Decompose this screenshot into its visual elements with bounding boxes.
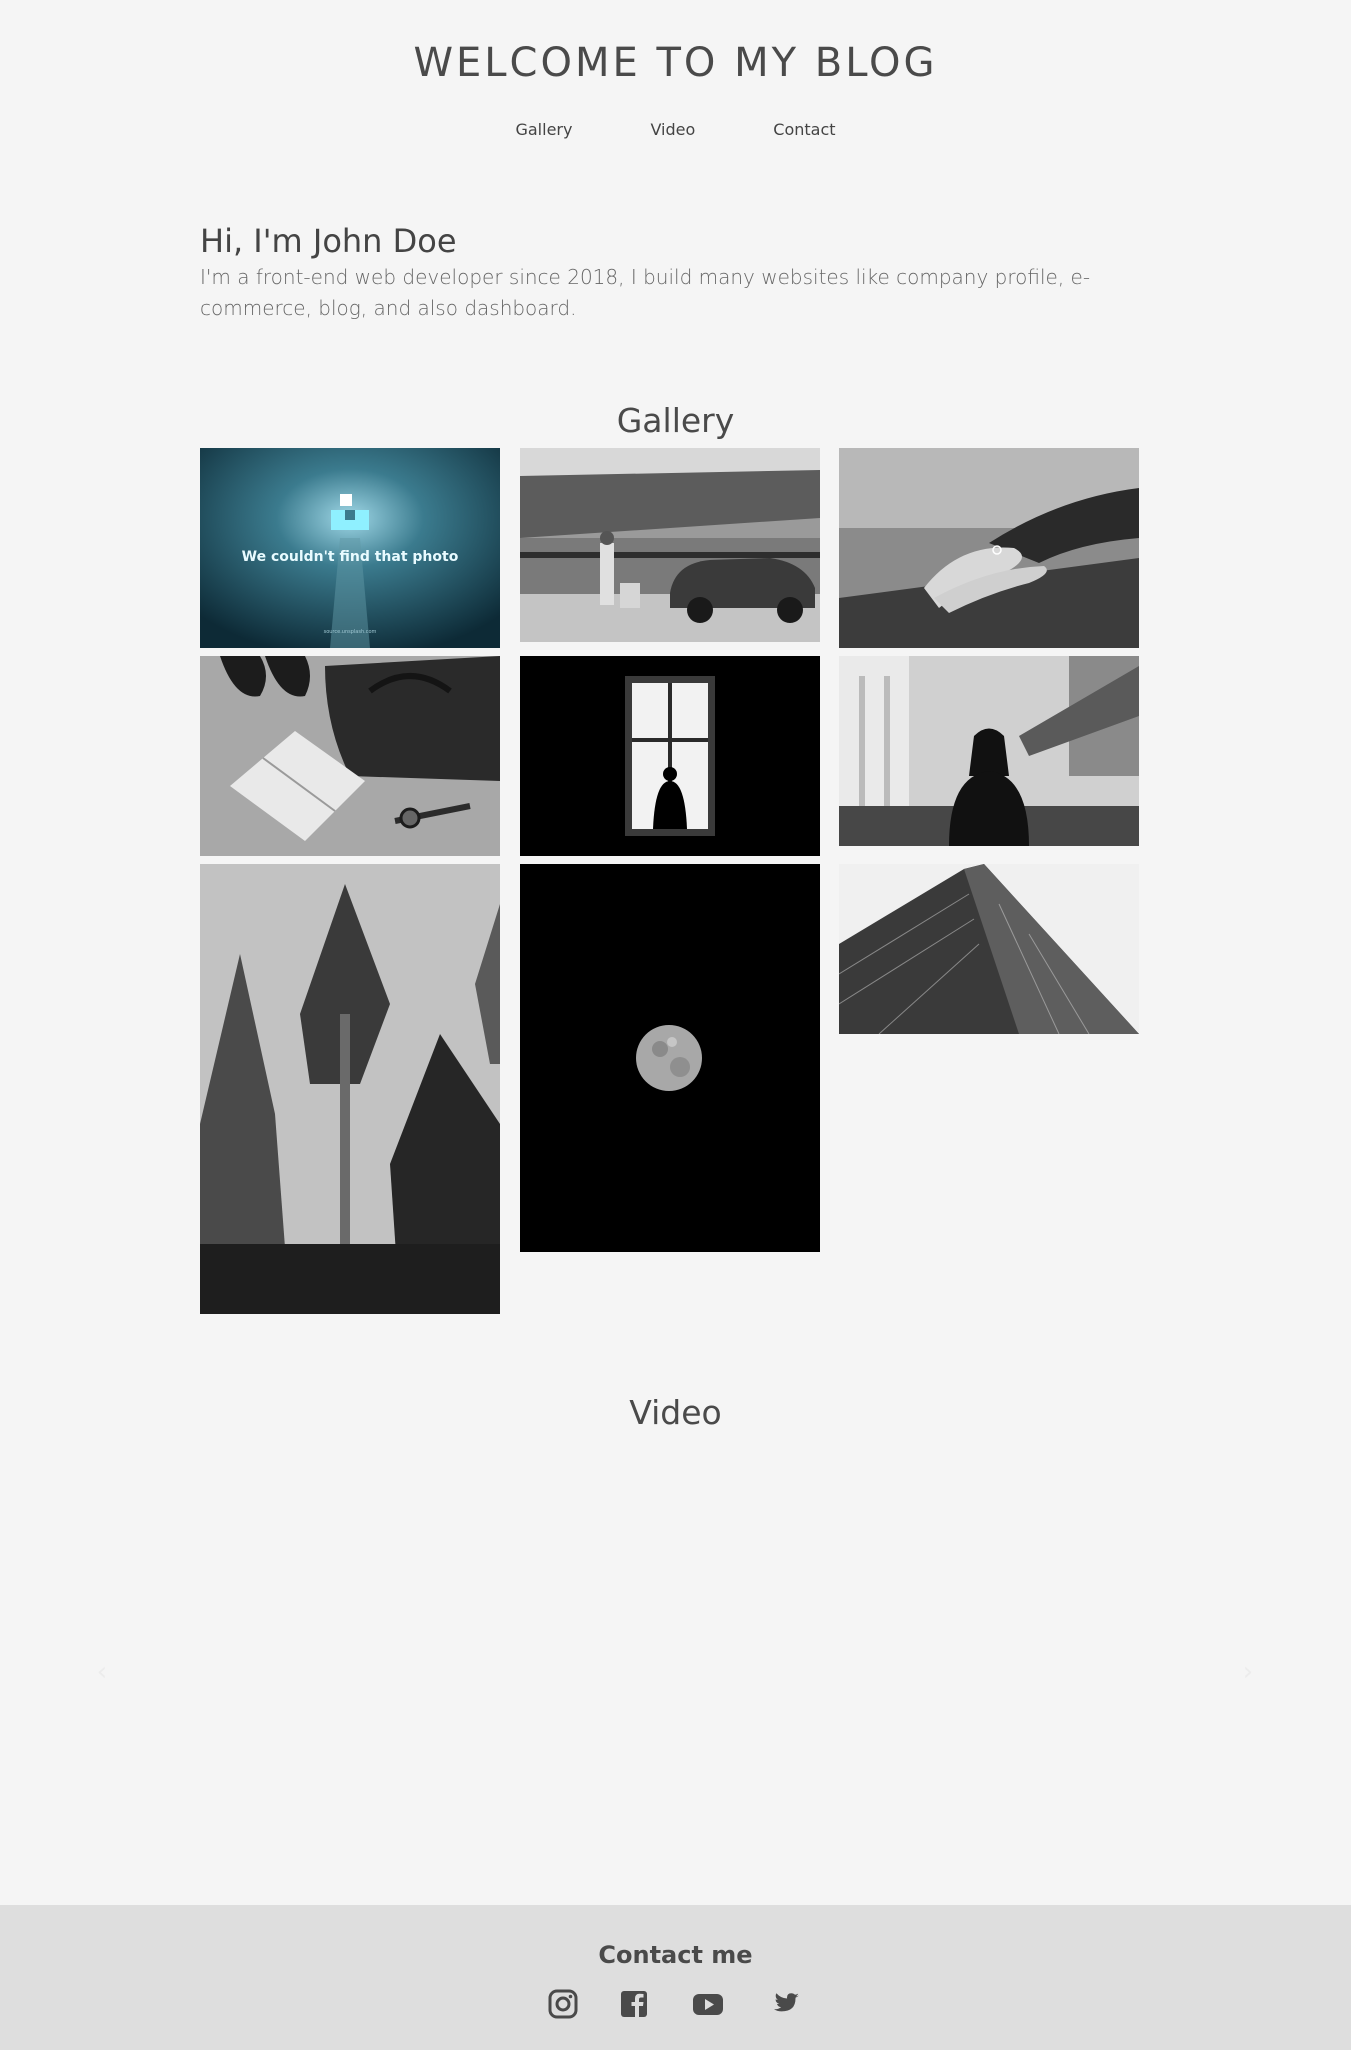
nav-link-video[interactable]: Video <box>650 119 695 141</box>
twitter-icon[interactable] <box>769 1988 801 2020</box>
holding-hands-image <box>839 448 1139 648</box>
missing-photo-image: We couldn't find that photo source.unspl… <box>200 448 500 648</box>
gallery-photo-notebook-bag[interactable] <box>200 656 500 856</box>
window-silhouette-image <box>520 656 820 856</box>
woman-in-hall-image <box>839 656 1139 846</box>
gallery-photo-full-moon[interactable] <box>520 864 820 1252</box>
carousel-next-button[interactable]: › <box>1236 1659 1260 1685</box>
vintage-car-image <box>520 448 820 642</box>
missing-photo-text: We couldn't find that photo <box>242 549 459 565</box>
gallery-photo-vintage-car[interactable] <box>520 448 820 642</box>
gallery-photo-pine-forest[interactable] <box>200 864 500 1314</box>
footer-title: Contact me <box>598 1941 753 1969</box>
youtube-icon[interactable] <box>692 1988 724 2020</box>
intro-text: I'm a front-end web developer since 2018… <box>200 265 1091 320</box>
notebook-bag-image <box>200 656 500 856</box>
missing-photo-footer: source.unsplash.com <box>324 629 377 635</box>
intro-heading: Hi, I'm John Doe <box>200 222 457 260</box>
gallery-photo-woman-in-hall[interactable] <box>839 656 1139 846</box>
gallery-title: Gallery <box>616 401 735 440</box>
gallery-photo-holding-hands[interactable] <box>839 448 1139 648</box>
full-moon-image <box>520 864 820 1252</box>
footer <box>0 1905 1351 2050</box>
main-nav: Gallery Video Contact <box>0 119 1351 141</box>
nav-link-gallery[interactable]: Gallery <box>515 119 572 141</box>
nav-link-contact[interactable]: Contact <box>773 119 835 141</box>
video-title: Video <box>629 1393 722 1432</box>
site-title: WELCOME TO MY BLOG <box>413 40 938 86</box>
skyscraper-image <box>839 864 1139 1034</box>
pine-forest-image <box>200 864 500 1314</box>
gallery-photo-skyscraper[interactable] <box>839 864 1139 1034</box>
gallery-photo-window-silhouette[interactable] <box>520 656 820 856</box>
facebook-icon[interactable] <box>618 1988 650 2020</box>
gallery-photo-missing-placeholder[interactable]: We couldn't find that photo source.unspl… <box>200 448 500 648</box>
instagram-icon[interactable] <box>547 1988 579 2020</box>
carousel-prev-button[interactable]: ‹ <box>90 1659 114 1685</box>
intro-section: Hi, I'm John Doe I'm a front-end web dev… <box>200 220 1160 324</box>
